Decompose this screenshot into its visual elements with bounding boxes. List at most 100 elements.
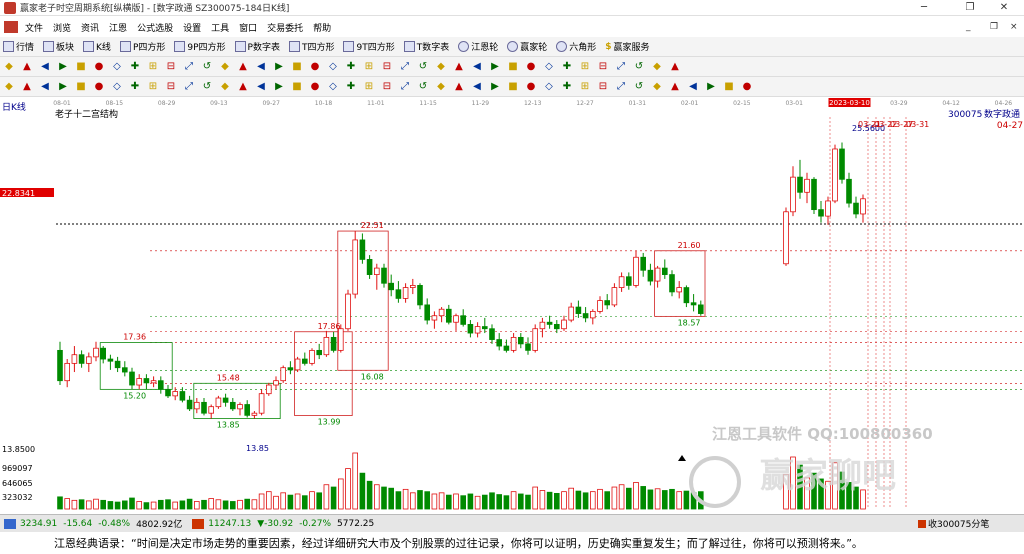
drawing-tool-button[interactable]: ●	[308, 60, 322, 74]
drawing-tool-button[interactable]: ◆	[218, 60, 232, 74]
status-right[interactable]: 收300075分笔	[928, 517, 989, 530]
drawing-tool-button[interactable]: ◆	[2, 60, 16, 74]
drawing-tool-button[interactable]: ⊞	[578, 60, 592, 74]
drawing-tool-button[interactable]: ▶	[272, 60, 286, 74]
menu-tools[interactable]: 工具	[206, 21, 234, 34]
drawing-tool-button[interactable]: ⤢	[614, 60, 628, 74]
analysis-tool-button[interactable]: ◀	[470, 80, 484, 94]
analysis-tool-button[interactable]: ◆	[650, 80, 664, 94]
drawing-tool-button[interactable]: ◇	[110, 60, 124, 74]
menu-gann[interactable]: 江恩	[104, 21, 132, 34]
menu-trade[interactable]: 交易委托	[262, 21, 308, 34]
drawing-tool-button[interactable]: ◀	[38, 60, 52, 74]
analysis-tool-button[interactable]: ↺	[416, 80, 430, 94]
analysis-tool-button[interactable]: ⊟	[596, 80, 610, 94]
drawing-tool-button[interactable]: ↺	[416, 60, 430, 74]
analysis-tool-button[interactable]: ◀	[38, 80, 52, 94]
drawing-tool-button[interactable]: ◇	[326, 60, 340, 74]
toolbar-9p-square-button[interactable]: 9P四方形	[171, 40, 226, 53]
analysis-tool-button[interactable]: ▶	[488, 80, 502, 94]
minimize-button[interactable]: ─	[904, 0, 944, 16]
mdi-close-button[interactable]: ×	[1010, 17, 1018, 37]
analysis-tool-button[interactable]: ■	[74, 80, 88, 94]
analysis-tool-button[interactable]: ●	[308, 80, 322, 94]
analysis-tool-button[interactable]: ↺	[632, 80, 646, 94]
drawing-tool-button[interactable]: ▲	[236, 60, 250, 74]
analysis-tool-button[interactable]: ■	[290, 80, 304, 94]
analysis-tool-button[interactable]: ✚	[128, 80, 142, 94]
analysis-tool-button[interactable]: ◇	[110, 80, 124, 94]
analysis-tool-button[interactable]: ▶	[272, 80, 286, 94]
drawing-tool-button[interactable]: ⊞	[146, 60, 160, 74]
analysis-tool-button[interactable]: ✚	[344, 80, 358, 94]
analysis-tool-button[interactable]: ◀	[686, 80, 700, 94]
analysis-tool-button[interactable]: ◀	[254, 80, 268, 94]
toolbar-p-square-button[interactable]: P四方形	[117, 40, 165, 53]
analysis-tool-button[interactable]: ▶	[704, 80, 718, 94]
analysis-tool-button[interactable]: ●	[92, 80, 106, 94]
drawing-tool-button[interactable]: ◀	[254, 60, 268, 74]
analysis-tool-button[interactable]: ▲	[236, 80, 250, 94]
drawing-tool-button[interactable]: ✚	[344, 60, 358, 74]
mdi-minimize-button[interactable]: _	[966, 17, 971, 37]
menu-browse[interactable]: 浏览	[48, 21, 76, 34]
analysis-tool-button[interactable]: ⊞	[362, 80, 376, 94]
drawing-tool-button[interactable]: ▶	[488, 60, 502, 74]
drawing-tool-button[interactable]: ●	[92, 60, 106, 74]
analysis-tool-button[interactable]: ▶	[56, 80, 70, 94]
analysis-tool-button[interactable]: ✚	[560, 80, 574, 94]
analysis-tool-button[interactable]: ⤢	[614, 80, 628, 94]
toolbar-hexagon-button[interactable]: 六角形	[553, 40, 596, 53]
analysis-tool-button[interactable]: ▲	[452, 80, 466, 94]
toolbar-quotes-button[interactable]: 行情	[0, 40, 34, 53]
analysis-tool-button[interactable]: ⊟	[164, 80, 178, 94]
toolbar-p-table-button[interactable]: P数字表	[232, 40, 280, 53]
toolbar-winner-wheel-button[interactable]: 赢家轮	[504, 40, 547, 53]
analysis-tool-button[interactable]: ◇	[326, 80, 340, 94]
drawing-tool-button[interactable]: ■	[290, 60, 304, 74]
drawing-tool-button[interactable]: ■	[506, 60, 520, 74]
drawing-tool-button[interactable]: ⊟	[596, 60, 610, 74]
analysis-tool-button[interactable]: ◆	[218, 80, 232, 94]
analysis-tool-button[interactable]: ⊟	[380, 80, 394, 94]
menu-file[interactable]: 文件	[20, 21, 48, 34]
drawing-tool-button[interactable]: ■	[74, 60, 88, 74]
drawing-tool-button[interactable]: ▲	[668, 60, 682, 74]
drawing-tool-button[interactable]: ◆	[650, 60, 664, 74]
toolbar-kline-button[interactable]: K线	[80, 40, 111, 53]
toolbar-9t-square-button[interactable]: 9T四方形	[340, 40, 395, 53]
analysis-tool-button[interactable]: ◇	[542, 80, 556, 94]
mdi-restore-button[interactable]: ❐	[990, 17, 998, 37]
drawing-tool-button[interactable]: ▶	[56, 60, 70, 74]
drawing-tool-button[interactable]: ●	[524, 60, 538, 74]
drawing-tool-button[interactable]: ↺	[632, 60, 646, 74]
analysis-tool-button[interactable]: ▲	[668, 80, 682, 94]
drawing-tool-button[interactable]: ⊞	[362, 60, 376, 74]
kline-chart[interactable]: 08-01 08-15 08-29 09-13 09-27 10-18 11-01 11-15…	[0, 97, 1024, 513]
close-button[interactable]: ✕	[984, 0, 1024, 16]
drawing-tool-button[interactable]: ⤢	[182, 60, 196, 74]
analysis-tool-button[interactable]: ■	[722, 80, 736, 94]
toolbar-t-table-button[interactable]: T数字表	[401, 40, 449, 53]
analysis-tool-button[interactable]: ●	[524, 80, 538, 94]
drawing-tool-button[interactable]: ⊟	[380, 60, 394, 74]
drawing-tool-button[interactable]: ◀	[470, 60, 484, 74]
analysis-tool-button[interactable]: ■	[506, 80, 520, 94]
drawing-tool-button[interactable]: ◆	[434, 60, 448, 74]
analysis-tool-button[interactable]: ↺	[200, 80, 214, 94]
analysis-tool-button[interactable]: ⤢	[182, 80, 196, 94]
analysis-tool-button[interactable]: ⤢	[398, 80, 412, 94]
drawing-tool-button[interactable]: ◇	[542, 60, 556, 74]
menu-window[interactable]: 窗口	[234, 21, 262, 34]
analysis-tool-button[interactable]: ⊞	[578, 80, 592, 94]
analysis-tool-button[interactable]: ▲	[20, 80, 34, 94]
drawing-tool-button[interactable]: ✚	[560, 60, 574, 74]
menu-formula[interactable]: 公式选股	[132, 21, 178, 34]
analysis-tool-button[interactable]: ◆	[434, 80, 448, 94]
drawing-tool-button[interactable]: ↺	[200, 60, 214, 74]
drawing-tool-button[interactable]: ⤢	[398, 60, 412, 74]
menu-info[interactable]: 资讯	[76, 21, 104, 34]
menu-help[interactable]: 帮助	[308, 21, 336, 34]
toolbar-service-button[interactable]: $ 赢家服务	[602, 40, 649, 54]
drawing-tool-button[interactable]: ▲	[20, 60, 34, 74]
